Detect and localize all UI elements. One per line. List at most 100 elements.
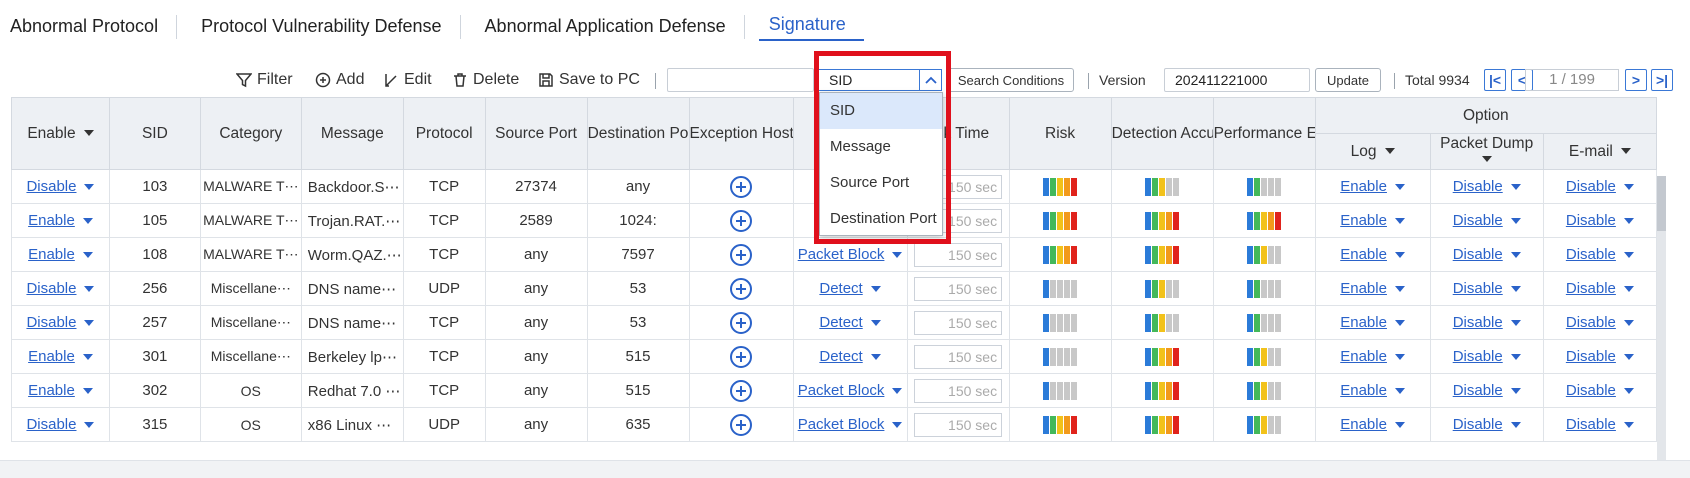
block-time-field[interactable]: 150 sec	[914, 412, 1003, 437]
email-dropdown[interactable]: Disable	[1542, 169, 1658, 204]
action-dropdown[interactable]: Packet Block	[792, 237, 908, 272]
col-destination-port[interactable]: Destination Po	[586, 97, 690, 170]
email-dropdown[interactable]: Disable	[1542, 271, 1658, 306]
dropdown-option-sid[interactable]: SID	[820, 93, 942, 129]
action-dropdown[interactable]: Detect	[792, 305, 908, 340]
exception-host-cell	[688, 305, 794, 340]
col-detection-accuracy[interactable]: Detection Accu	[1110, 97, 1214, 170]
log-dropdown[interactable]: Enable	[1314, 271, 1431, 306]
log-dropdown[interactable]: Enable	[1314, 407, 1431, 442]
add-circle-icon[interactable]	[730, 345, 753, 368]
packet-dump-dropdown[interactable]: Disable	[1429, 373, 1544, 408]
log-dropdown[interactable]: Enable	[1314, 339, 1431, 374]
col-performance[interactable]: Performance E	[1212, 97, 1316, 170]
block-time-field[interactable]: 150 sec	[914, 242, 1003, 267]
email-dropdown[interactable]: Disable	[1542, 407, 1658, 442]
block-time-field[interactable]: 150 sec	[914, 378, 1003, 403]
packet-dump-dropdown[interactable]: Disable	[1429, 271, 1544, 306]
search-conditions-button[interactable]: Search Conditions	[948, 68, 1074, 92]
col-message[interactable]: Message	[300, 97, 404, 170]
col-category[interactable]: Category	[199, 97, 302, 170]
add-circle-icon[interactable]	[730, 413, 753, 436]
scrollbar-thumb[interactable]	[1657, 176, 1666, 231]
source-port-cell: 2589	[484, 203, 588, 238]
enable-dropdown[interactable]: Disable	[11, 305, 110, 340]
col-log[interactable]: Log	[1314, 133, 1431, 170]
add-circle-icon[interactable]	[730, 311, 753, 334]
level-bar	[1275, 313, 1282, 332]
enable-dropdown[interactable]: Disable	[11, 407, 110, 442]
enable-dropdown[interactable]: Enable	[11, 237, 110, 272]
first-page-icon[interactable]: |<	[1484, 69, 1506, 91]
action-dropdown[interactable]: Packet Block	[792, 407, 908, 442]
email-dropdown[interactable]: Disable	[1542, 237, 1658, 272]
vertical-scrollbar[interactable]	[1657, 176, 1666, 476]
level-bar	[1261, 347, 1268, 366]
email-dropdown[interactable]: Disable	[1542, 305, 1658, 340]
filter-button[interactable]: Filter	[236, 66, 293, 94]
block-time-field[interactable]: 150 sec	[914, 276, 1003, 301]
add-circle-icon[interactable]	[730, 209, 753, 232]
dropdown-option-source-port[interactable]: Source Port	[820, 165, 942, 201]
enable-dropdown[interactable]: Disable	[11, 169, 110, 204]
packet-dump-dropdown[interactable]: Disable	[1429, 203, 1544, 238]
email-dropdown[interactable]: Disable	[1542, 203, 1658, 238]
col-email[interactable]: E-mail	[1542, 133, 1658, 170]
packet-dump-dropdown[interactable]: Disable	[1429, 339, 1544, 374]
packet-dump-dropdown[interactable]: Disable	[1429, 305, 1544, 340]
page-input[interactable]: 1 / 199	[1525, 69, 1619, 91]
col-sid[interactable]: SID	[108, 97, 201, 170]
log-dropdown[interactable]: Enable	[1314, 373, 1431, 408]
log-dropdown[interactable]: Enable	[1314, 169, 1431, 204]
log-dropdown[interactable]: Enable	[1314, 237, 1431, 272]
block-time-field[interactable]: 150 sec	[914, 310, 1003, 335]
add-circle-icon[interactable]	[730, 379, 753, 402]
enable-dropdown[interactable]: Enable	[11, 203, 110, 238]
performance-indicator	[1212, 305, 1316, 340]
col-risk[interactable]: Risk	[1008, 97, 1112, 170]
email-dropdown[interactable]: Disable	[1542, 373, 1658, 408]
packet-dump-dropdown[interactable]: Disable	[1429, 237, 1544, 272]
add-circle-icon[interactable]	[730, 277, 753, 300]
tab-abnormal-protocol[interactable]: Abnormal Protocol	[0, 15, 178, 39]
enable-dropdown[interactable]: Disable	[11, 271, 110, 306]
col-enable[interactable]: Enable	[11, 97, 110, 170]
add-circle-icon[interactable]	[730, 175, 753, 198]
add-button[interactable]: Add	[315, 66, 364, 94]
add-circle-icon[interactable]	[730, 243, 753, 266]
dropdown-option-message[interactable]: Message	[820, 129, 942, 165]
dropdown-option-destination-port[interactable]: Destination Port	[820, 201, 942, 237]
log-dropdown[interactable]: Enable	[1314, 203, 1431, 238]
packet-dump-dropdown[interactable]: Disable	[1429, 169, 1544, 204]
action-dropdown[interactable]: Detect	[792, 339, 908, 374]
log-dropdown[interactable]: Enable	[1314, 305, 1431, 340]
level-bar	[1057, 381, 1064, 400]
action-dropdown[interactable]: Packet Block	[792, 373, 908, 408]
search-input[interactable]	[667, 68, 814, 92]
tab-signature[interactable]: Signature	[758, 13, 864, 41]
edit-button[interactable]: Edit	[383, 66, 432, 94]
caret-down-icon	[1510, 320, 1521, 327]
save-to-pc-button[interactable]: Save to PC	[538, 66, 640, 94]
category-cell: Miscellane⋯	[199, 271, 302, 306]
col-packet-dump[interactable]: Packet Dump	[1429, 133, 1544, 170]
version-field[interactable]: 202411221000	[1164, 68, 1310, 92]
last-page-icon[interactable]: >|	[1651, 69, 1673, 91]
packet-dump-dropdown[interactable]: Disable	[1429, 407, 1544, 442]
enable-dropdown[interactable]: Enable	[11, 373, 110, 408]
enable-dropdown[interactable]: Enable	[11, 339, 110, 374]
level-bar	[1261, 177, 1268, 196]
action-dropdown[interactable]: Detect	[792, 271, 908, 306]
next-page-icon[interactable]: >	[1625, 69, 1647, 91]
col-source-port[interactable]: Source Port	[484, 97, 588, 170]
detection-indicator	[1110, 373, 1214, 408]
block-time-field[interactable]: 150 sec	[914, 344, 1003, 369]
delete-button[interactable]: Delete	[452, 66, 519, 94]
tab-protocol-vulnerability-defense[interactable]: Protocol Vulnerability Defense	[191, 15, 461, 39]
email-dropdown[interactable]: Disable	[1542, 339, 1658, 374]
update-button[interactable]: Update	[1315, 68, 1381, 92]
col-exception-host[interactable]: Exception Host	[688, 97, 794, 170]
search-field-select[interactable]: SID	[818, 69, 942, 91]
tab-abnormal-application-defense[interactable]: Abnormal Application Defense	[475, 15, 745, 39]
col-protocol[interactable]: Protocol	[402, 97, 486, 170]
